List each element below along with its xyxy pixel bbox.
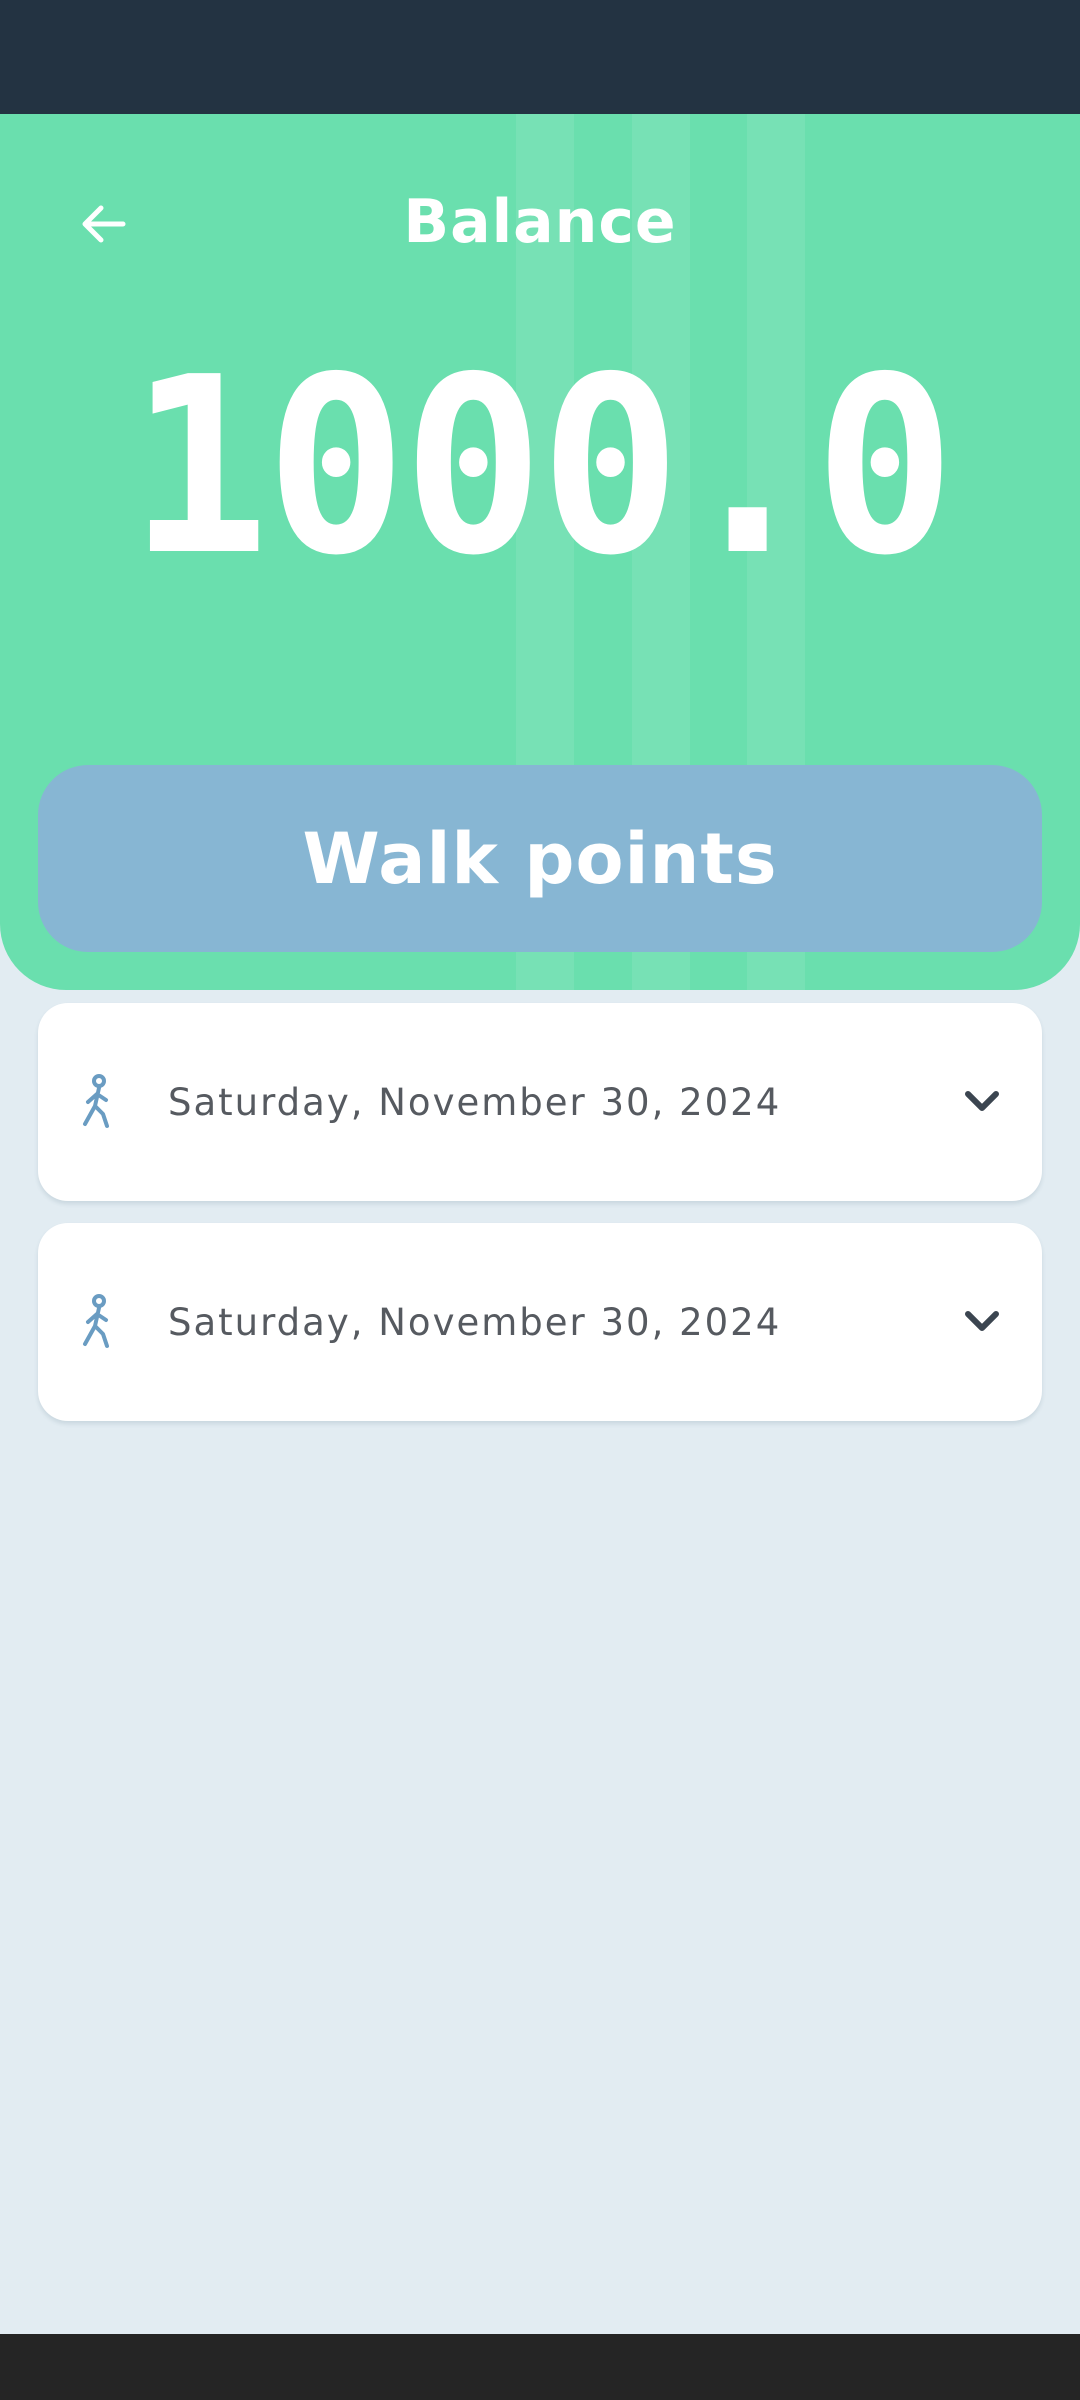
chevron-down-icon[interactable] bbox=[952, 1292, 1012, 1352]
balance-header: Balance 1000.0 Walk points bbox=[0, 114, 1080, 990]
balance-value: 1000.0 bbox=[128, 325, 955, 609]
chevron-down-icon[interactable] bbox=[952, 1072, 1012, 1132]
walk-entry-card[interactable]: Saturday, November 30, 2024 bbox=[38, 1223, 1042, 1421]
walk-points-button[interactable]: Walk points bbox=[38, 765, 1042, 952]
page-title: Balance bbox=[403, 187, 677, 257]
entry-date: Saturday, November 30, 2024 bbox=[168, 1080, 782, 1124]
walking-person-icon bbox=[83, 1294, 109, 1348]
entry-date: Saturday, November 30, 2024 bbox=[168, 1300, 782, 1344]
navigation-bar bbox=[0, 2334, 1080, 2400]
walk-entry-card[interactable]: Saturday, November 30, 2024 bbox=[38, 1003, 1042, 1201]
walk-points-label: Walk points bbox=[302, 817, 778, 900]
walking-person-icon bbox=[83, 1074, 109, 1128]
status-bar bbox=[0, 0, 1080, 114]
